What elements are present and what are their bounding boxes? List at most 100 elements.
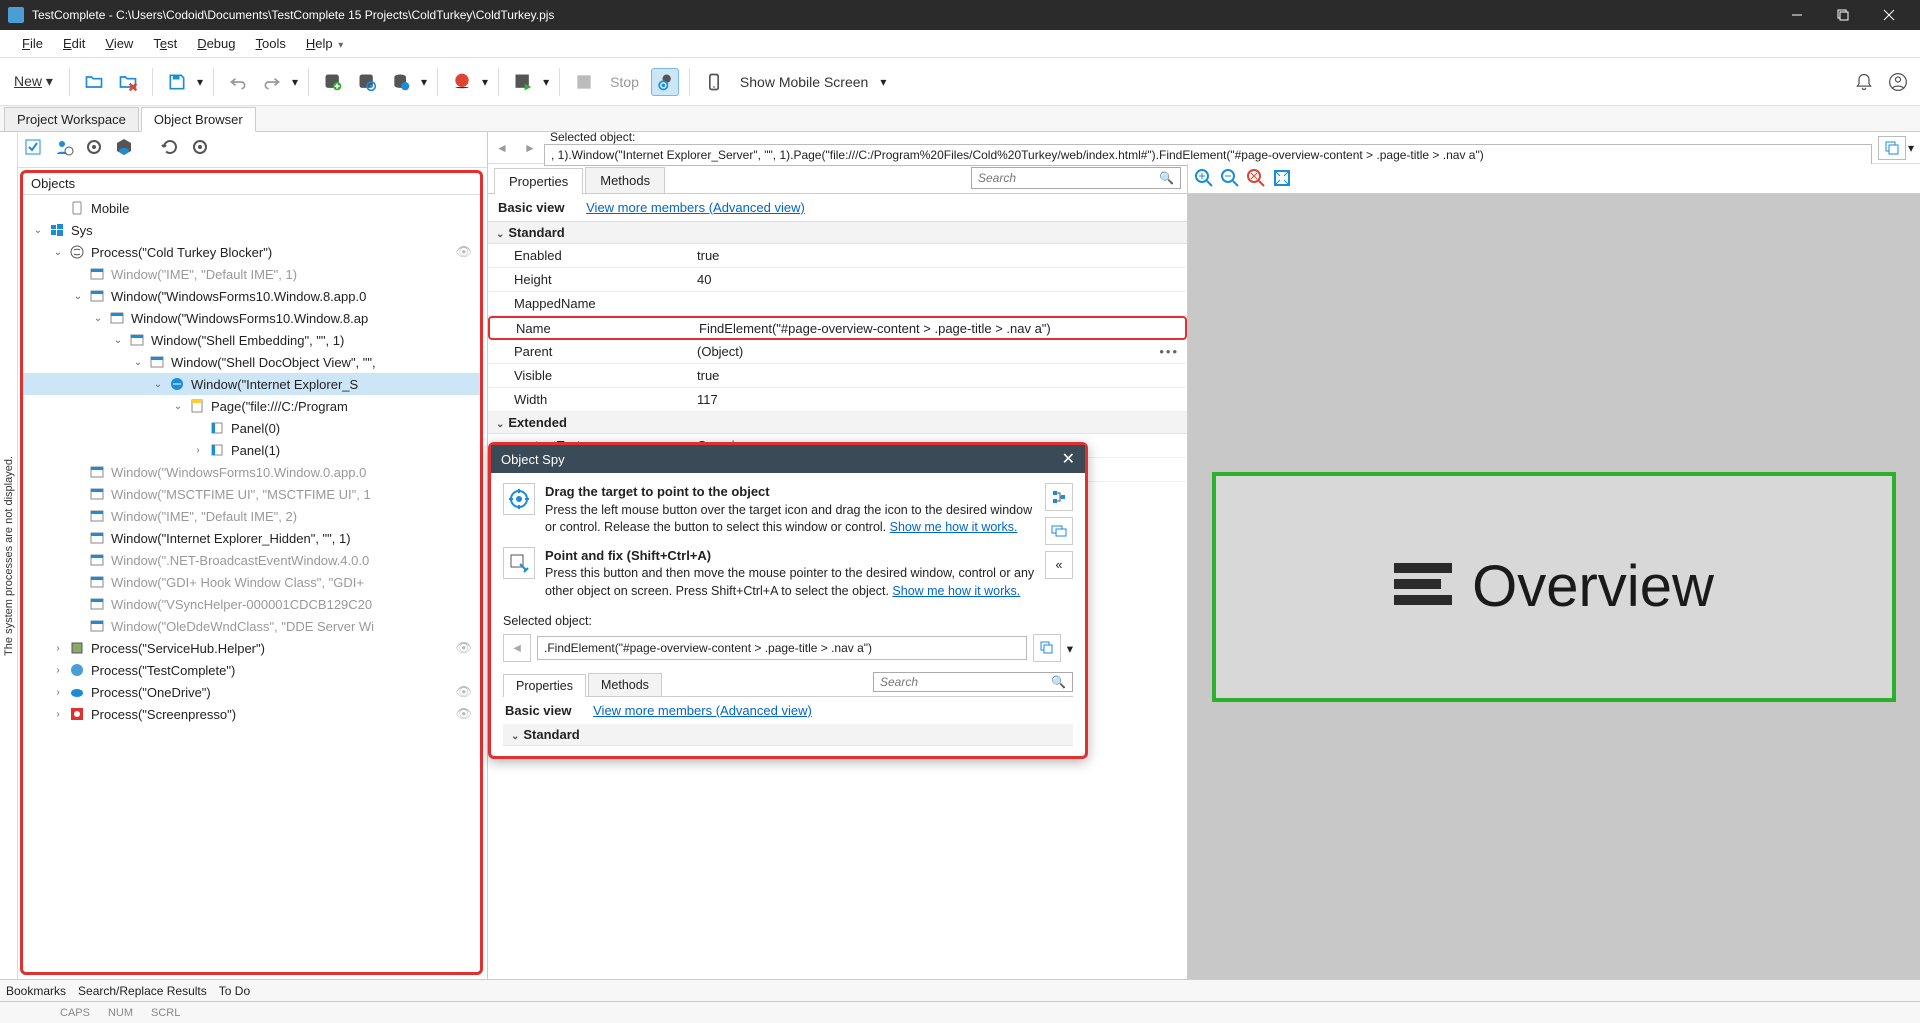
spy-drag-link[interactable]: Show me how it works. — [890, 520, 1018, 534]
spy-close-button[interactable]: ✕ — [1062, 449, 1075, 469]
property-row[interactable]: Width117 — [488, 388, 1187, 412]
new-button[interactable]: New ▾ — [8, 73, 59, 90]
tree-row[interactable]: Window("IME", "Default IME", 2) — [23, 505, 480, 527]
tree-row[interactable]: ⌄Window("WindowsForms10.Window.8.ap — [23, 307, 480, 329]
history-forward-button[interactable]: ► — [518, 136, 542, 160]
advanced-view-link[interactable]: View more members (Advanced view) — [586, 200, 805, 215]
spy-copy-button[interactable] — [1033, 634, 1061, 662]
spy-screens-button[interactable] — [1045, 517, 1073, 545]
point-fix-icon[interactable] — [503, 547, 535, 579]
tree-expander[interactable]: › — [51, 643, 65, 654]
spy-point-link[interactable]: Show me how it works. — [892, 584, 1020, 598]
db-settings-button[interactable] — [387, 68, 415, 96]
tree-row[interactable]: ⌄Page("file:///C:/Program — [23, 395, 480, 417]
tab-todo[interactable]: To Do — [219, 984, 250, 998]
tree-row[interactable]: ⌄Sys — [23, 219, 480, 241]
person-gear-button[interactable] — [54, 137, 80, 163]
menu-debug[interactable]: Debug — [187, 32, 245, 55]
object-spy-button[interactable] — [651, 68, 679, 96]
highlight-button[interactable] — [353, 68, 381, 96]
zoom-reset-button[interactable] — [1246, 168, 1268, 190]
tab-project-workspace[interactable]: Project Workspace — [4, 107, 139, 131]
tree-row[interactable]: Window("IME", "Default IME", 1) — [23, 263, 480, 285]
refresh-button[interactable] — [160, 137, 186, 163]
tree-row[interactable]: ⌄Window("Shell DocObject View", "", — [23, 351, 480, 373]
tree-row[interactable]: ›Process("TestComplete") — [23, 659, 480, 681]
menu-tools[interactable]: Tools — [246, 32, 296, 55]
user-button[interactable] — [1884, 68, 1912, 96]
object-tree[interactable]: Mobile⌄Sys⌄Process("Cold Turkey Blocker"… — [23, 195, 480, 972]
tree-row[interactable]: Panel(0) — [23, 417, 480, 439]
tree-expander[interactable]: ⌄ — [71, 291, 85, 302]
property-row[interactable]: Parent(Object)••• — [488, 340, 1187, 364]
tree-row[interactable]: Mobile — [23, 197, 480, 219]
redo-button[interactable] — [258, 68, 286, 96]
record-button[interactable] — [448, 68, 476, 96]
menu-test[interactable]: Test — [143, 32, 187, 55]
tree-row[interactable]: Window(".NET-BroadcastEventWindow.4.0.0 — [23, 549, 480, 571]
record-dropdown[interactable]: ▾ — [482, 75, 488, 89]
spy-tree-button[interactable] — [1045, 483, 1073, 511]
property-row[interactable]: NameFindElement("#page-overview-content … — [488, 316, 1187, 340]
tree-expander[interactable]: ⌄ — [111, 335, 125, 346]
open-button[interactable] — [80, 68, 108, 96]
menu-file[interactable]: File — [12, 32, 53, 55]
run-dropdown[interactable]: ▾ — [543, 75, 549, 89]
cube-eye-button[interactable] — [114, 137, 140, 163]
menu-edit[interactable]: Edit — [53, 32, 95, 55]
spy-advanced-link[interactable]: View more members (Advanced view) — [593, 703, 812, 718]
tab-object-browser[interactable]: Object Browser — [141, 107, 256, 132]
tree-row[interactable]: ›Process("ServiceHub.Helper")👁 — [23, 637, 480, 659]
run-button[interactable] — [509, 68, 537, 96]
spy-tab-methods[interactable]: Methods — [588, 673, 662, 696]
spy-selected-path[interactable]: .FindElement("#page-overview-content > .… — [537, 636, 1027, 660]
selected-object-path[interactable]: , 1).Window("Internet Explorer_Server", … — [544, 144, 1872, 166]
stop-button[interactable] — [570, 68, 598, 96]
tree-row[interactable]: ⌄Window("Shell Embedding", "", 1) — [23, 329, 480, 351]
mobile-button[interactable] — [700, 68, 728, 96]
fit-screen-button[interactable] — [1272, 168, 1294, 190]
redo-dropdown[interactable]: ▾ — [292, 75, 298, 89]
properties-search[interactable]: Search🔍 — [971, 167, 1181, 189]
spy-back-button[interactable]: ◄ — [503, 634, 531, 662]
history-back-button[interactable]: ◄ — [490, 136, 514, 160]
gear2-button[interactable] — [190, 137, 216, 163]
spy-group-standard[interactable]: ⌄Standard — [503, 724, 1073, 746]
tab-methods[interactable]: Methods — [585, 167, 665, 193]
tree-row[interactable]: Window("GDI+ Hook Window Class", "GDI+ — [23, 571, 480, 593]
tree-row[interactable]: Window("MSCTFIME UI", "MSCTFIME UI", 1 — [23, 483, 480, 505]
menu-help[interactable]: Help ▾ — [296, 32, 353, 55]
copy-path-button[interactable] — [1878, 136, 1906, 160]
zoom-in-button[interactable] — [1194, 168, 1216, 190]
mobile-label[interactable]: Show Mobile Screen — [734, 74, 874, 90]
tree-row[interactable]: Window("WindowsForms10.Window.0.app.0 — [23, 461, 480, 483]
save-button[interactable] — [163, 68, 191, 96]
tree-row[interactable]: ⌄Window("WindowsForms10.Window.8.app.0 — [23, 285, 480, 307]
tree-expander[interactable]: › — [51, 687, 65, 698]
tree-row[interactable]: Window("Internet Explorer_Hidden", "", 1… — [23, 527, 480, 549]
checklist-button[interactable] — [24, 137, 50, 163]
property-row[interactable]: Height40 — [488, 268, 1187, 292]
tree-expander[interactable]: › — [51, 709, 65, 720]
property-row[interactable]: Visibletrue — [488, 364, 1187, 388]
save-dropdown[interactable]: ▾ — [197, 75, 203, 89]
tree-expander[interactable]: ⌄ — [51, 247, 65, 258]
tree-row[interactable]: ›Panel(1) — [23, 439, 480, 461]
zoom-out-button[interactable] — [1220, 168, 1242, 190]
property-row[interactable]: MappedName — [488, 292, 1187, 316]
gear-button[interactable] — [84, 137, 110, 163]
tree-expander[interactable]: › — [191, 445, 205, 456]
tree-row[interactable]: Window("OleDdeWndClass", "DDE Server Wi — [23, 615, 480, 637]
mobile-dropdown[interactable]: ▾ — [880, 75, 886, 89]
maximize-button[interactable] — [1820, 0, 1866, 30]
drag-target-icon[interactable] — [503, 483, 535, 515]
tab-bookmarks[interactable]: Bookmarks — [6, 984, 66, 998]
tab-properties[interactable]: Properties — [494, 168, 583, 194]
tree-expander[interactable]: ⌄ — [171, 401, 185, 412]
close-project-button[interactable] — [114, 68, 142, 96]
close-button[interactable] — [1866, 0, 1912, 30]
tree-row[interactable]: Window("VSyncHelper-000001CDCB129C20 — [23, 593, 480, 615]
tree-row[interactable]: ⌄Window("Internet Explorer_S — [23, 373, 480, 395]
tree-row[interactable]: ›Process("Screenpresso")👁 — [23, 703, 480, 725]
add-app-button[interactable] — [319, 68, 347, 96]
